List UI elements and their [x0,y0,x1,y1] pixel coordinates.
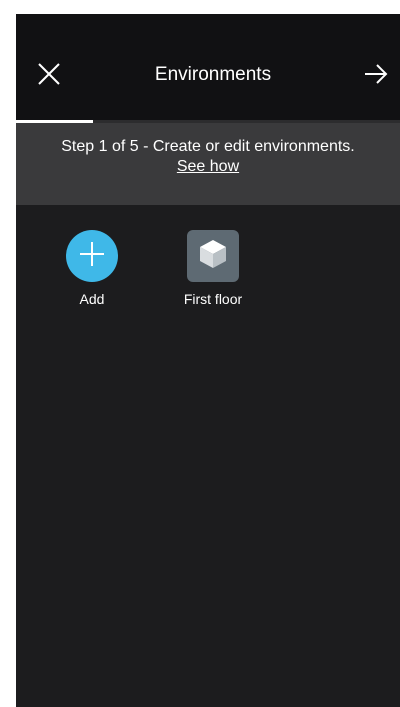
step-banner: Step 1 of 5 - Create or edit environment… [16,123,400,205]
page-title: Environments [154,64,272,85]
add-label: Add [79,291,105,307]
close-button[interactable] [28,61,70,91]
add-environment-button[interactable]: Add [47,230,137,308]
step-description: Step 1 of 5 - Create or edit environment… [61,138,355,155]
arrow-right-icon [363,61,389,92]
add-circle [66,230,118,282]
app-screen: Environments Step 1 of 5 - Create or edi… [16,14,400,707]
environment-icon-box [187,230,239,282]
see-how-link[interactable]: See how [177,157,239,177]
plus-icon [77,239,107,274]
top-bar: Environments [16,14,400,120]
close-icon [36,61,62,92]
next-button[interactable] [356,61,396,91]
environment-tile-first-floor[interactable]: First floor [168,230,258,308]
cube-icon [198,238,228,275]
environment-label: First floor [183,291,243,307]
